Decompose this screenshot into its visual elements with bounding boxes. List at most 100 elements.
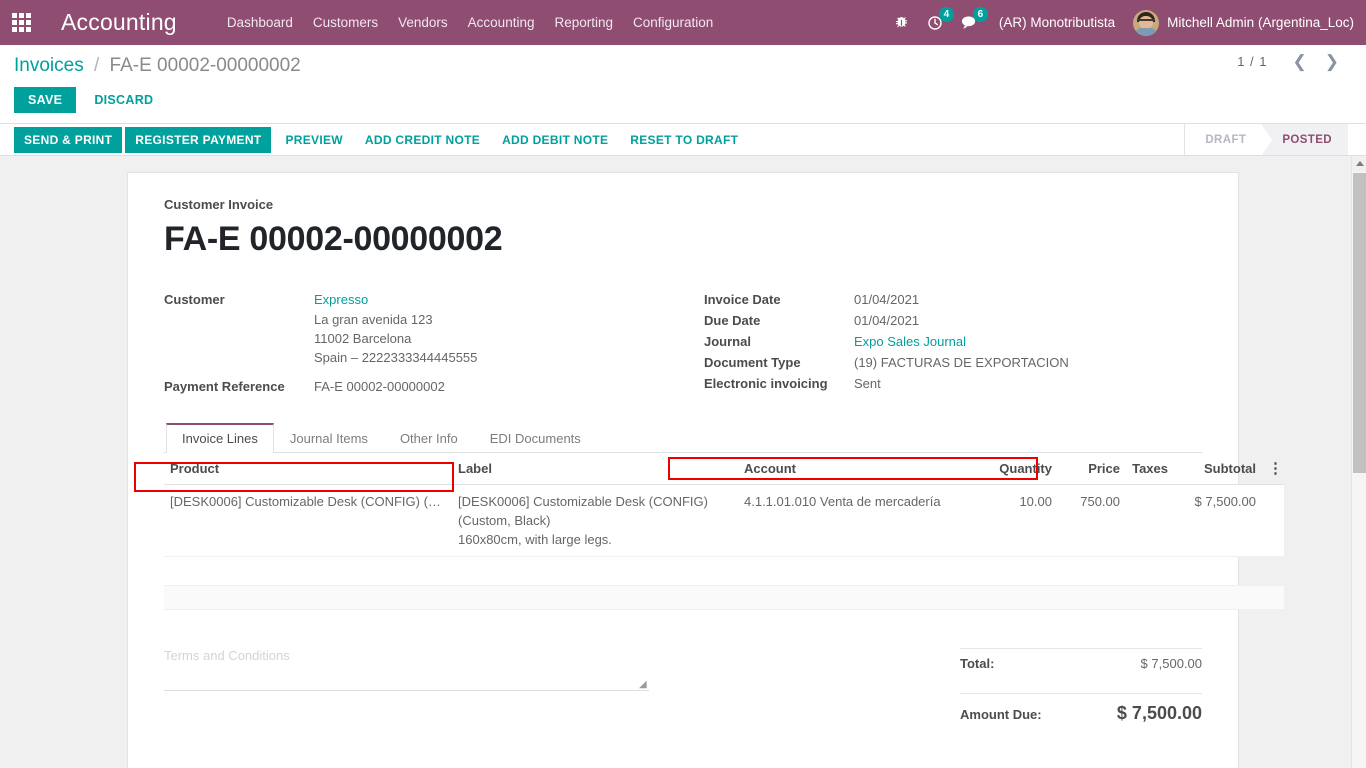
menu-item-dashboard[interactable]: Dashboard xyxy=(217,0,303,45)
apps-grid-glyph xyxy=(11,13,31,32)
page-title: FA-E 00002-00000002 xyxy=(164,220,503,258)
field-label-document-type: Document Type xyxy=(704,355,801,370)
pager: 1 / 1 ❮ ❯ xyxy=(1237,51,1348,72)
tab-edi-documents[interactable]: EDI Documents xyxy=(474,423,597,453)
apps-grid-icon[interactable] xyxy=(0,0,42,45)
tab-invoice-lines[interactable]: Invoice Lines xyxy=(166,423,274,453)
pager-value: 1 / 1 xyxy=(1237,54,1268,69)
cell-taxes[interactable] xyxy=(1126,484,1174,557)
cell-quantity[interactable]: 10.00 xyxy=(968,484,1058,557)
menu-item-configuration[interactable]: Configuration xyxy=(623,0,723,45)
record-buttons-row: SAVE DISCARD xyxy=(0,79,1366,123)
notebook: Invoice Lines Journal Items Other Info E… xyxy=(164,423,1284,610)
register-payment-button[interactable]: REGISTER PAYMENT xyxy=(125,126,272,153)
breadcrumb-row: Invoices / FA-E 00002-00000002 1 / 1 ❮ ❯ xyxy=(0,45,1366,79)
column-header-account: Account xyxy=(738,453,968,485)
menu-item-customers[interactable]: Customers xyxy=(303,0,388,45)
amount-due-value: $ 7,500.00 xyxy=(1116,703,1202,723)
menu-item-reporting[interactable]: Reporting xyxy=(544,0,623,45)
vertical-dots-icon[interactable]: ⋮ xyxy=(1262,453,1284,485)
field-label-invoice-date: Invoice Date xyxy=(704,292,781,307)
table-empty-row[interactable] xyxy=(164,556,1284,586)
save-button[interactable]: SAVE xyxy=(14,87,77,113)
breadcrumb-current: FA-E 00002-00000002 xyxy=(109,55,301,76)
status-badge-draft[interactable]: DRAFT xyxy=(1185,124,1263,155)
messages-count-badge: 6 xyxy=(972,7,988,22)
bug-icon[interactable] xyxy=(885,0,918,45)
add-debit-note-button[interactable]: ADD DEBIT NOTE xyxy=(491,127,619,153)
breadcrumb-invoices-link[interactable]: Invoices xyxy=(14,55,84,76)
top-navbar: Accounting Dashboard Customers Vendors A… xyxy=(0,0,1366,45)
column-header-subtotal: Subtotal xyxy=(1174,453,1262,485)
add-credit-note-button[interactable]: ADD CREDIT NOTE xyxy=(354,127,491,153)
scroll-up-arrow-icon[interactable] xyxy=(1352,156,1366,171)
column-header-taxes: Taxes xyxy=(1126,453,1174,485)
field-value-document-type[interactable]: (19) FACTURAS DE EXPORTACION xyxy=(854,352,1069,373)
cell-subtotal: $ 7,500.00 xyxy=(1174,484,1262,557)
systray: 4 6 (AR) Monotributista Mitchell Admin (… xyxy=(885,0,1366,45)
field-value-invoice-date[interactable]: 01/04/2021 xyxy=(854,289,919,310)
terms-and-conditions-field[interactable]: Terms and Conditions ◢ xyxy=(164,648,649,730)
breadcrumb: Invoices / FA-E 00002-00000002 xyxy=(14,55,301,77)
header-fields-right: Invoice Date 01/04/2021 Due Date 01/04/2… xyxy=(704,289,1124,397)
company-switcher[interactable]: (AR) Monotributista xyxy=(987,15,1127,30)
cell-spacer xyxy=(1262,484,1284,557)
field-value-due-date[interactable]: 01/04/2021 xyxy=(854,310,919,331)
field-label-due-date: Due Date xyxy=(704,313,761,328)
tab-other-info[interactable]: Other Info xyxy=(384,423,474,453)
scrollbar-thumb[interactable] xyxy=(1353,173,1366,473)
activity-clock-icon[interactable]: 4 xyxy=(918,0,954,45)
amount-due-label: Amount Due: xyxy=(960,707,1042,722)
column-header-product: Product xyxy=(164,453,452,485)
app-brand-title[interactable]: Accounting xyxy=(61,9,177,36)
chevron-right-icon[interactable]: ❯ xyxy=(1316,51,1348,72)
field-document-type: Document Type (19) FACTURAS DE EXPORTACI… xyxy=(704,352,1124,373)
menu-item-accounting[interactable]: Accounting xyxy=(458,0,545,45)
total-value: $ 7,500.00 xyxy=(1140,656,1202,671)
field-label-customer: Customer xyxy=(164,292,225,307)
reset-to-draft-button[interactable]: RESET TO DRAFT xyxy=(619,127,749,153)
invoice-lines-table: Product Label Account Quantity Price Tax… xyxy=(164,453,1284,610)
terms-placeholder: Terms and Conditions xyxy=(164,648,290,663)
cell-price[interactable]: 750.00 xyxy=(1058,484,1126,557)
menu-item-vendors[interactable]: Vendors xyxy=(388,0,458,45)
amount-due-row: Amount Due: $ 7,500.00 xyxy=(960,693,1202,730)
form-view-body: Customer Invoice FA-E 00002-00000002 Cus… xyxy=(0,156,1366,768)
column-header-label: Label xyxy=(452,453,738,485)
total-label: Total: xyxy=(960,656,995,671)
chevron-left-icon[interactable]: ❮ xyxy=(1284,51,1316,72)
field-value-customer-name[interactable]: Expresso xyxy=(314,289,477,310)
main-menu: Dashboard Customers Vendors Accounting R… xyxy=(217,0,724,45)
sheet-wrapper: Customer Invoice FA-E 00002-00000002 Cus… xyxy=(0,156,1366,768)
field-value-journal[interactable]: Expo Sales Journal xyxy=(854,331,966,352)
table-section-band[interactable] xyxy=(164,585,1284,610)
sheet-footer: Terms and Conditions ◢ Total: $ 7,500.00… xyxy=(164,648,1202,730)
user-menu[interactable]: Mitchell Admin (Argentina_Loc) xyxy=(1127,9,1354,36)
preview-button[interactable]: PREVIEW xyxy=(274,127,353,153)
messages-chat-icon[interactable]: 6 xyxy=(952,0,988,45)
customer-address-line-2: 11002 Barcelona xyxy=(314,331,412,346)
cell-product[interactable]: [DESK0006] Customizable Desk (CONFIG) (C… xyxy=(164,484,452,557)
send-and-print-button[interactable]: SEND & PRINT xyxy=(14,126,123,153)
breadcrumb-separator: / xyxy=(93,55,100,76)
field-label-electronic-invoicing: Electronic invoicing xyxy=(704,376,828,391)
invoice-lines-header: Product Label Account Quantity Price Tax… xyxy=(164,453,1284,485)
status-badge-posted[interactable]: POSTED xyxy=(1261,124,1348,156)
column-header-price: Price xyxy=(1058,453,1126,485)
terms-underline: ◢ xyxy=(164,680,649,691)
total-row: Total: $ 7,500.00 xyxy=(960,649,1202,677)
field-value-payment-reference[interactable]: FA-E 00002-00000002 xyxy=(314,376,445,397)
field-journal: Journal Expo Sales Journal xyxy=(704,331,1124,352)
invoice-lines-body: [DESK0006] Customizable Desk (CONFIG) (C… xyxy=(164,484,1284,610)
cell-account[interactable]: 4.1.1.01.010 Venta de mercadería xyxy=(738,484,968,557)
status-pipeline: DRAFT POSTED xyxy=(1184,124,1348,156)
vertical-scrollbar[interactable] xyxy=(1351,156,1366,768)
tab-journal-items[interactable]: Journal Items xyxy=(274,423,384,453)
user-menu-label: Mitchell Admin (Argentina_Loc) xyxy=(1167,15,1354,30)
header-fields: Customer Expresso La gran avenida 123 11… xyxy=(134,289,1202,492)
table-row[interactable]: [DESK0006] Customizable Desk (CONFIG) (C… xyxy=(164,484,1284,557)
cell-label[interactable]: [DESK0006] Customizable Desk (CONFIG) (C… xyxy=(452,484,738,557)
resize-grip-icon[interactable]: ◢ xyxy=(639,680,649,690)
control-panel: Invoices / FA-E 00002-00000002 1 / 1 ❮ ❯… xyxy=(0,45,1366,124)
discard-button[interactable]: DISCARD xyxy=(82,87,165,113)
